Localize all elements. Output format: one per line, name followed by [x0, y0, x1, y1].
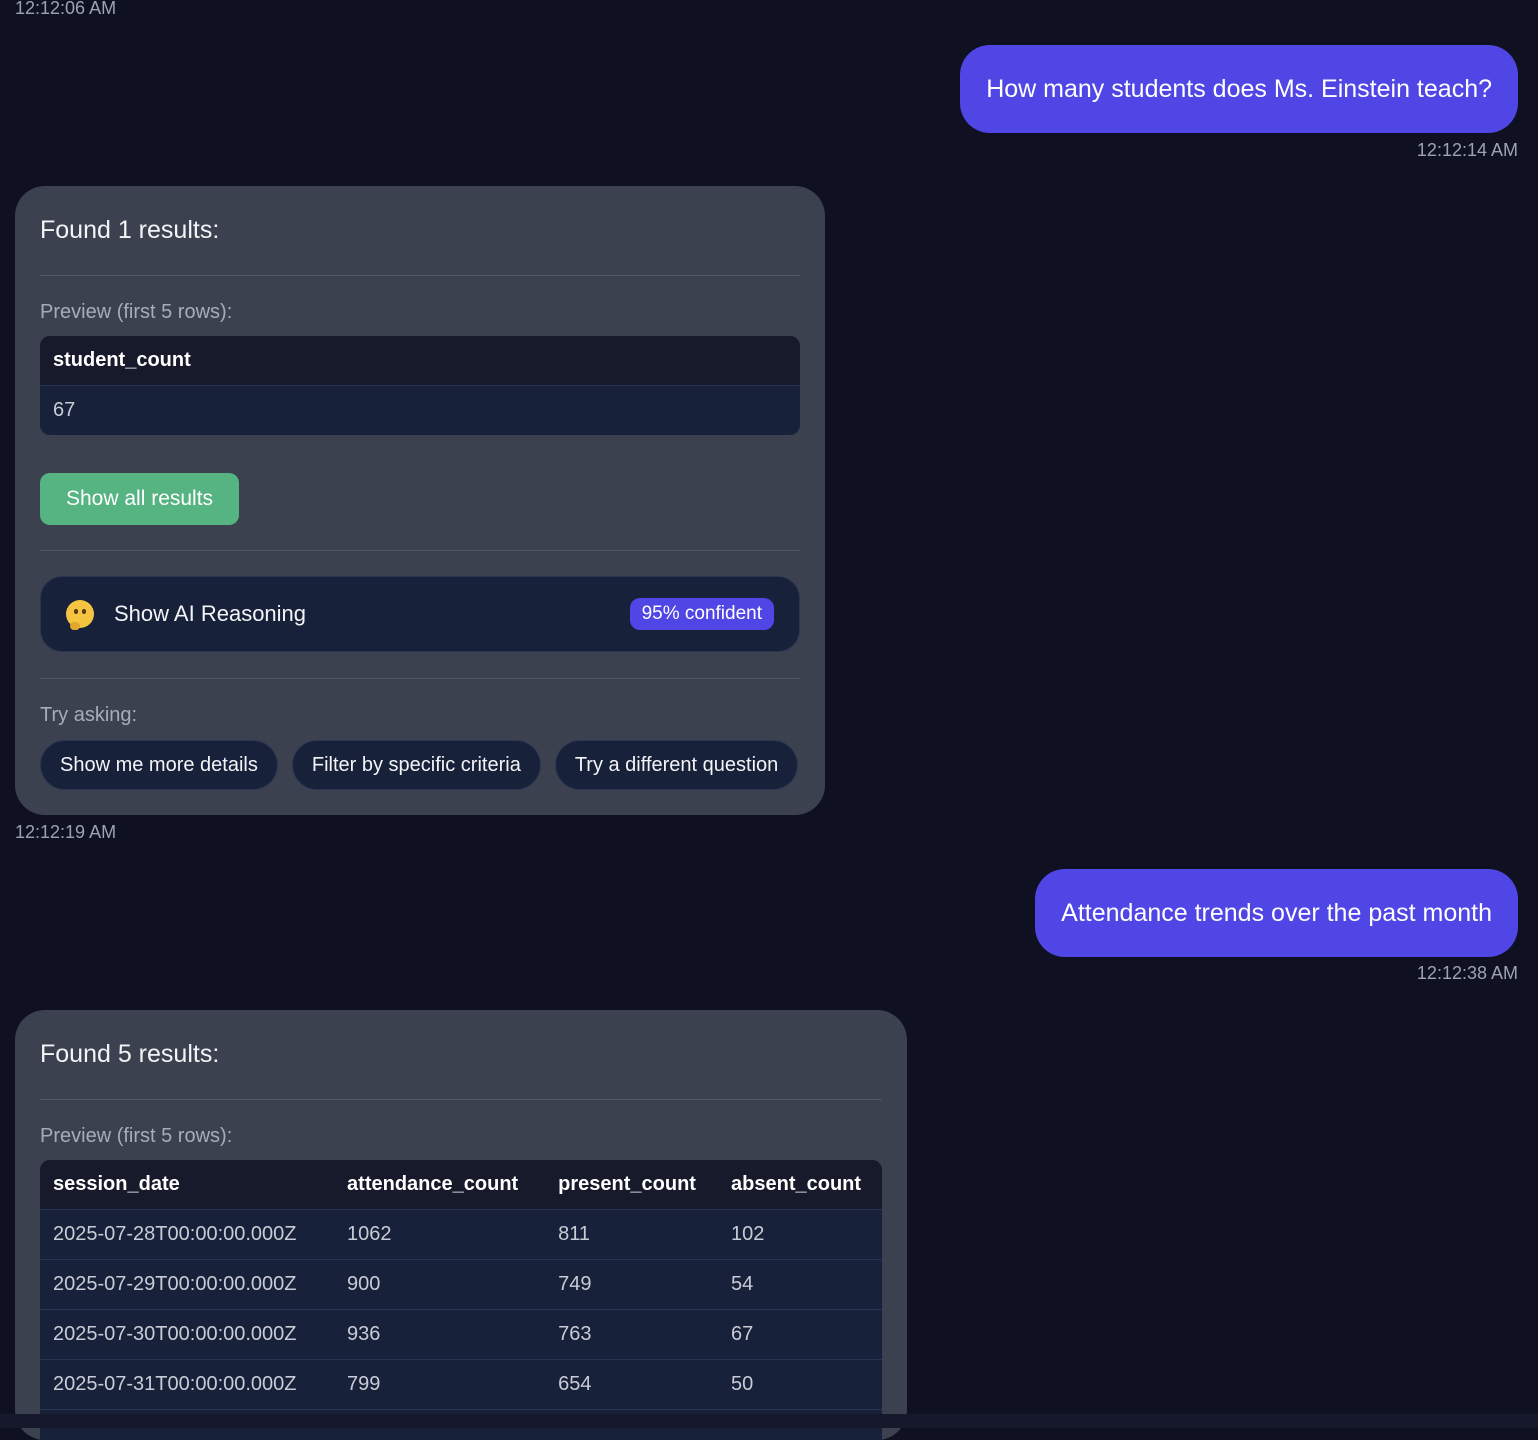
show-all-results-button[interactable]: Show all results: [40, 473, 239, 525]
divider: [40, 550, 800, 551]
timestamp: 12:12:14 AM: [1417, 140, 1518, 161]
table-cell: 900: [334, 1260, 545, 1310]
table-cell: 2025-07-29T00:00:00.000Z: [40, 1260, 334, 1310]
column-header: session_date: [40, 1160, 334, 1210]
table-cell: 763: [545, 1310, 718, 1360]
table-cell: 2025-07-31T00:00:00.000Z: [40, 1360, 334, 1410]
suggestion-chips: Show me more details Filter by specific …: [40, 740, 798, 790]
confidence-badge: 95% confident: [630, 598, 774, 630]
table-cell: 799: [334, 1360, 545, 1410]
table-cell: 2025-07-30T00:00:00.000Z: [40, 1310, 334, 1360]
table-cell: 50: [718, 1360, 882, 1410]
table-cell: 102: [718, 1210, 882, 1260]
assistant-response-card: Found 5 results: Preview (first 5 rows):…: [15, 1010, 907, 1440]
suggestion-chip[interactable]: Filter by specific criteria: [292, 740, 541, 790]
column-header: attendance_count: [334, 1160, 545, 1210]
timestamp: 12:12:19 AM: [15, 822, 116, 843]
results-table: session_date attendance_count present_co…: [40, 1160, 882, 1440]
ai-reasoning-toggle[interactable]: Show AI Reasoning 95% confident: [40, 576, 800, 652]
table-cell: 1062: [334, 1210, 545, 1260]
table-cell: 654: [545, 1360, 718, 1410]
suggestion-chip[interactable]: Show me more details: [40, 740, 278, 790]
column-header: student_count: [40, 336, 800, 386]
ai-reasoning-label: Show AI Reasoning: [114, 601, 306, 627]
try-asking-label: Try asking:: [40, 704, 137, 727]
assistant-response-card: Found 1 results: Preview (first 5 rows):…: [15, 186, 825, 815]
timestamp: 12:12:38 AM: [1417, 963, 1518, 984]
preview-label: Preview (first 5 rows):: [40, 1125, 232, 1148]
divider: [40, 678, 800, 679]
table-row: 2025-07-29T00:00:00.000Z 900 749 54: [40, 1260, 882, 1310]
table-cell: 811: [545, 1210, 718, 1260]
result-count-heading: Found 1 results:: [40, 216, 219, 245]
input-area-edge: [0, 1414, 1538, 1428]
table-cell: 936: [334, 1310, 545, 1360]
results-table: student_count 67: [40, 336, 800, 435]
table-cell: 67: [40, 386, 800, 436]
preview-label: Preview (first 5 rows):: [40, 301, 232, 324]
user-message-bubble: Attendance trends over the past month: [1035, 869, 1518, 957]
result-count-heading: Found 5 results:: [40, 1040, 219, 1069]
table-row: 2025-07-30T00:00:00.000Z 936 763 67: [40, 1310, 882, 1360]
table-cell: 67: [718, 1310, 882, 1360]
table-cell: 54: [718, 1260, 882, 1310]
timestamp: 12:12:06 AM: [15, 0, 116, 19]
divider: [40, 1099, 882, 1100]
divider: [40, 275, 800, 276]
suggestion-chip[interactable]: Try a different question: [555, 740, 798, 790]
column-header: absent_count: [718, 1160, 882, 1210]
thinking-face-icon: [66, 600, 94, 628]
table-cell: 749: [545, 1260, 718, 1310]
table-cell: 2025-07-28T00:00:00.000Z: [40, 1210, 334, 1260]
table-row: 2025-07-28T00:00:00.000Z 1062 811 102: [40, 1210, 882, 1260]
table-row: 67: [40, 386, 800, 436]
column-header: present_count: [545, 1160, 718, 1210]
user-message-bubble: How many students does Ms. Einstein teac…: [960, 45, 1518, 133]
table-row: 2025-07-31T00:00:00.000Z 799 654 50: [40, 1360, 882, 1410]
